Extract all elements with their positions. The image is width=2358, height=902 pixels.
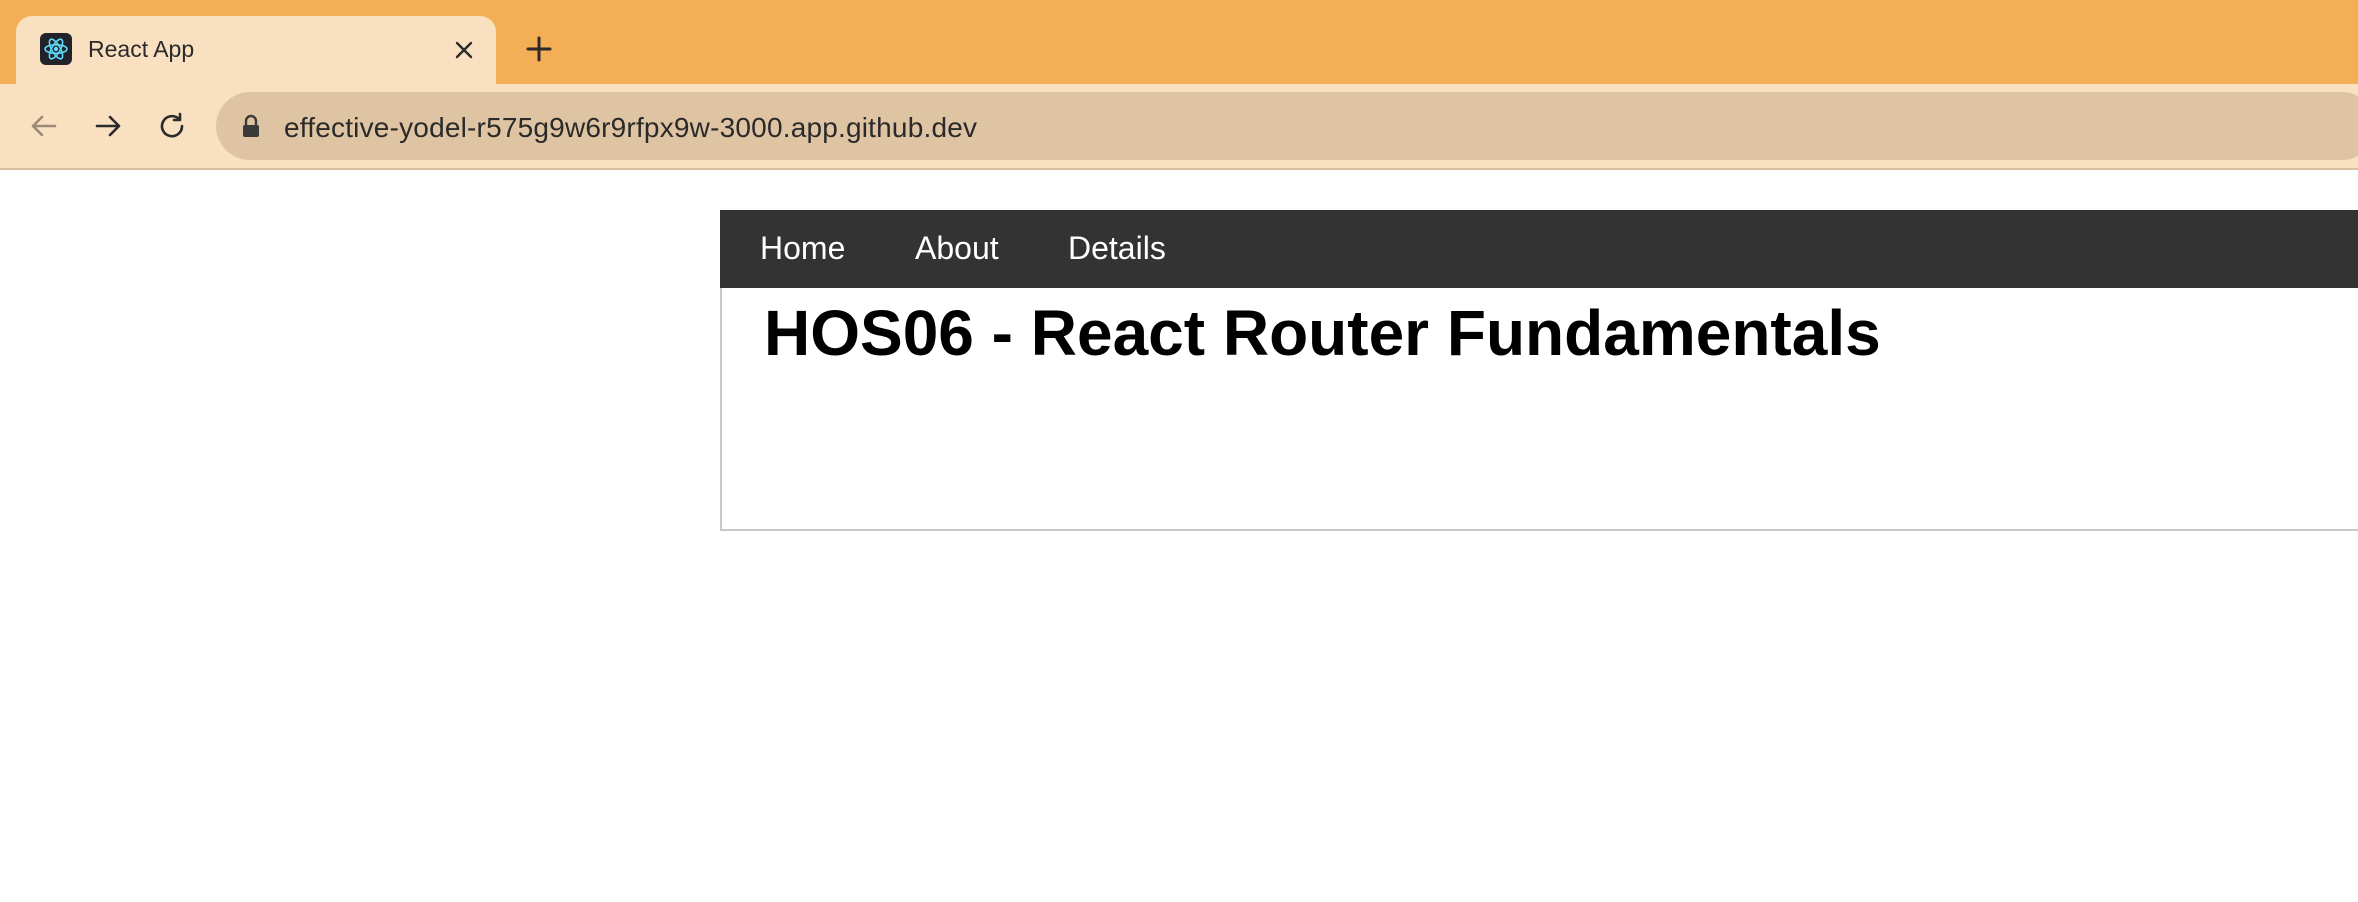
plus-icon[interactable] (522, 32, 556, 66)
tab-react-app[interactable]: React App (16, 16, 496, 84)
app-container: Home About Details HOS06 - React Router … (720, 210, 2358, 531)
react-logo-icon (40, 33, 72, 65)
lock-icon[interactable] (240, 114, 262, 138)
page-title: HOS06 - React Router Fundamentals (764, 297, 1881, 369)
tab-strip: React App (0, 0, 2358, 84)
address-bar[interactable]: effective-yodel-r575g9w6r9rfpx9w-3000.ap… (216, 92, 2358, 160)
nav-link-home[interactable]: Home (760, 230, 845, 267)
browser-toolbar: effective-yodel-r575g9w6r9rfpx9w-3000.ap… (0, 84, 2358, 170)
nav-link-about[interactable]: About (915, 230, 999, 267)
navbar: Home About Details (720, 210, 2358, 288)
reload-icon[interactable] (152, 106, 192, 146)
page-viewport: Home About Details HOS06 - React Router … (0, 171, 2358, 902)
url-text[interactable]: effective-yodel-r575g9w6r9rfpx9w-3000.ap… (284, 112, 977, 144)
tab-title: React App (88, 36, 195, 62)
close-icon[interactable] (450, 36, 478, 64)
arrow-right-icon[interactable] (88, 106, 128, 146)
nav-link-details[interactable]: Details (1068, 230, 1166, 267)
browser-window: React App effective-yodel-r575g9w6r9rfpx… (0, 0, 2358, 902)
arrow-left-icon[interactable] (24, 106, 64, 146)
